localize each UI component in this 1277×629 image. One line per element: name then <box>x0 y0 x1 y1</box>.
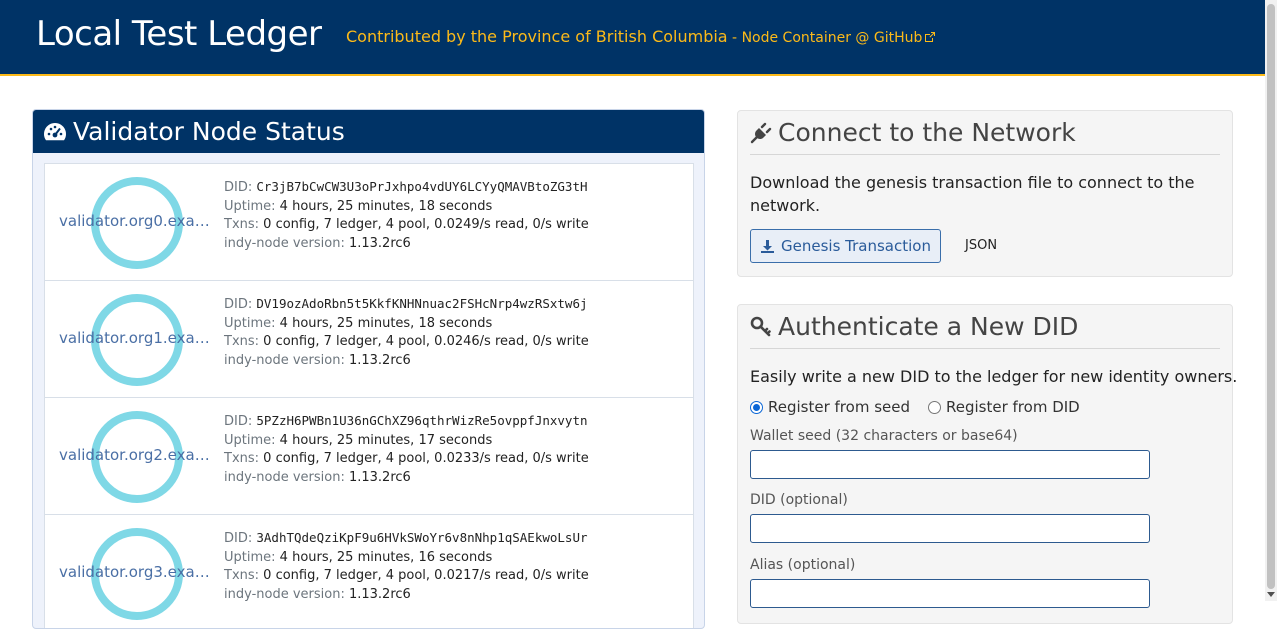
did-field-label: DID (optional) <box>750 492 848 508</box>
node-did: DV19ozAdoRbn5t5KkfKNHNnuac2FSHcNrp4wzRSx… <box>256 296 588 311</box>
radio-did-label: Register from DID <box>946 398 1080 416</box>
did-label: DID: <box>224 531 253 546</box>
radio-did-indicator[interactable] <box>928 400 941 414</box>
node-name: validator.org3.exam... <box>59 563 211 581</box>
node-version: 1.13.2rc6 <box>348 235 411 251</box>
connect-panel-header: Connect to the Network <box>750 111 1220 155</box>
contributor-line: Contributed by the Province of British C… <box>346 27 936 46</box>
app-title: Local Test Ledger <box>36 14 322 54</box>
node-info: DID: Cr3jB7bCwCW3U3oPrJxhpo4vdUY6LCYyQMA… <box>224 178 589 253</box>
alias-label: Alias (optional) <box>750 557 856 573</box>
wallet-seed-label: Wallet seed (32 characters or base64) <box>750 428 1018 444</box>
version-label: indy-node version: <box>224 586 345 602</box>
plug-icon <box>750 122 772 143</box>
register-mode-group: Register from seed Register from DID <box>750 398 1098 416</box>
node-did: 5PZzH6PWBn1U36nGChXZ96qthrWizRe5ovppfJnx… <box>256 413 588 428</box>
connect-description: Download the genesis transaction file to… <box>750 173 1195 215</box>
json-link[interactable]: JSON <box>965 238 997 253</box>
node-info: DID: 3AdhTQdeQziKpF9u6HVkSWoYr6v8nNhp1qS… <box>224 529 589 604</box>
genesis-transaction-button[interactable]: Genesis Transaction <box>750 229 941 263</box>
node-uptime: 4 hours, 25 minutes, 17 seconds <box>279 432 493 448</box>
node-uptime: 4 hours, 25 minutes, 18 seconds <box>279 315 493 331</box>
genesis-button-label: Genesis Transaction <box>781 237 931 255</box>
node-uptime: 4 hours, 25 minutes, 18 seconds <box>279 198 493 214</box>
node-txns: 0 config, 7 ledger, 4 pool, 0.0217/s rea… <box>263 568 589 583</box>
validator-panel-title: Validator Node Status <box>73 117 345 146</box>
txns-label: Txns: <box>224 568 260 583</box>
node-txns: 0 config, 7 ledger, 4 pool, 0.0233/s rea… <box>263 451 589 466</box>
uptime-label: Uptime: <box>224 549 276 565</box>
page-scrollbar[interactable] <box>1265 0 1277 601</box>
scrollbar-thumb[interactable] <box>1267 4 1275 589</box>
wallet-seed-input[interactable] <box>750 450 1150 479</box>
node-name: validator.org0.exam... <box>59 212 211 230</box>
node-card: validator.org3.exam... DID: 3AdhTQdeQziK… <box>44 514 694 628</box>
radio-seed-label: Register from seed <box>768 398 910 416</box>
node-did: 3AdhTQdeQziKpF9u6HVkSWoYr6v8nNhp1qSAEkwo… <box>256 530 588 545</box>
uptime-label: Uptime: <box>224 432 276 448</box>
connect-network-panel: Connect to the Network Download the gene… <box>737 110 1233 277</box>
radio-seed-indicator[interactable] <box>750 400 763 414</box>
uptime-label: Uptime: <box>224 198 276 214</box>
did-label: DID: <box>224 414 253 429</box>
validator-panel-header: Validator Node Status <box>33 110 704 153</box>
auth-panel-title: Authenticate a New DID <box>778 312 1079 341</box>
node-uptime: 4 hours, 25 minutes, 16 seconds <box>279 549 493 565</box>
key-icon <box>750 316 771 336</box>
node-list: validator.org0.exam... DID: Cr3jB7bCwCW3… <box>44 163 694 628</box>
node-did: Cr3jB7bCwCW3U3oPrJxhpo4vdUY6LCYyQMAVBtoZ… <box>256 179 588 194</box>
version-label: indy-node version: <box>224 469 345 485</box>
github-link-label: Node Container @ GitHub <box>741 30 923 46</box>
github-link[interactable]: Node Container @ GitHub <box>742 30 937 46</box>
node-txns: 0 config, 7 ledger, 4 pool, 0.0246/s rea… <box>263 334 589 349</box>
uptime-label: Uptime: <box>224 315 276 331</box>
connect-panel-title: Connect to the Network <box>778 118 1076 147</box>
node-card: validator.org2.exam... DID: 5PZzH6PWBn1U… <box>44 397 694 514</box>
dashboard-icon <box>44 122 66 140</box>
node-card: validator.org0.exam... DID: Cr3jB7bCwCW3… <box>44 163 694 280</box>
external-link-icon <box>925 32 936 42</box>
node-version: 1.13.2rc6 <box>348 469 411 485</box>
validator-status-panel: Validator Node Status validator.org0.exa… <box>32 109 705 629</box>
node-version: 1.13.2rc6 <box>348 586 411 602</box>
node-name: validator.org2.exam... <box>59 446 211 464</box>
node-version: 1.13.2rc6 <box>348 352 411 368</box>
txns-label: Txns: <box>224 451 260 466</box>
alias-input[interactable] <box>750 579 1150 608</box>
txns-label: Txns: <box>224 334 260 349</box>
radio-register-from-did[interactable]: Register from DID <box>928 398 1080 416</box>
contributor-separator: - <box>727 30 742 46</box>
auth-panel-header: Authenticate a New DID <box>750 305 1220 349</box>
did-input[interactable] <box>750 514 1150 543</box>
contributor-text: Contributed by the Province of British C… <box>346 27 728 46</box>
version-label: indy-node version: <box>224 235 345 251</box>
app-header: Local Test Ledger Contributed by the Pro… <box>0 0 1277 76</box>
auth-description: Easily write a new DID to the ledger for… <box>750 367 1238 386</box>
node-name: validator.org1.exam... <box>59 329 211 347</box>
scroll-down-arrow-icon[interactable] <box>1267 592 1275 597</box>
radio-register-from-seed[interactable]: Register from seed <box>750 398 910 416</box>
did-label: DID: <box>224 297 253 312</box>
authenticate-did-panel: Authenticate a New DID Easily write a ne… <box>737 304 1237 624</box>
node-info: DID: 5PZzH6PWBn1U36nGChXZ96qthrWizRe5ovp… <box>224 412 589 487</box>
version-label: indy-node version: <box>224 352 345 368</box>
download-icon <box>761 239 774 253</box>
did-label: DID: <box>224 180 253 195</box>
txns-label: Txns: <box>224 217 260 232</box>
node-txns: 0 config, 7 ledger, 4 pool, 0.0249/s rea… <box>263 217 589 232</box>
node-info: DID: DV19ozAdoRbn5t5KkfKNHNnuac2FSHcNrp4… <box>224 295 589 370</box>
node-card: validator.org1.exam... DID: DV19ozAdoRbn… <box>44 280 694 397</box>
